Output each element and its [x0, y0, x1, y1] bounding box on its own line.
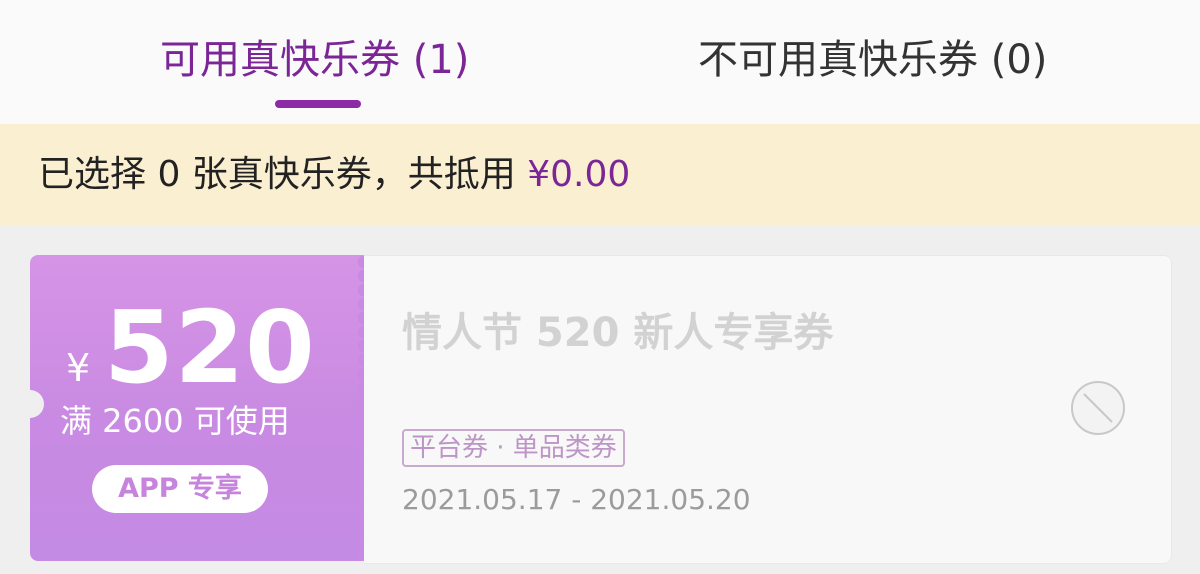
coupon-validity-date: 2021.05.17 - 2021.05.20	[402, 483, 751, 516]
tab-bar: 可用真快乐券 (1) 不可用真快乐券 (0)	[0, 0, 1200, 124]
selection-summary-text: 已选择 0 张真快乐券，共抵用 ¥0.00	[38, 152, 630, 198]
coupon-value-panel: ¥ 520 满 2600 可使用 APP 专享	[16, 255, 371, 561]
coupon-amount: 520	[104, 289, 316, 406]
coupon-details-panel: 情人节 520 新人专享券 平台券 · 单品类券 2021.05.17 - 20…	[364, 255, 1172, 564]
coupon-currency: ¥	[66, 346, 91, 390]
selection-summary-amount: ¥0.00	[527, 154, 631, 195]
app-exclusive-badge: APP 专享	[92, 465, 268, 513]
tab-available-coupons[interactable]: 可用真快乐券 (1)	[160, 34, 469, 86]
disabled-circle-icon[interactable]	[1070, 380, 1126, 436]
tab-unavailable-coupons[interactable]: 不可用真快乐券 (0)	[698, 34, 1047, 86]
coupon-card[interactable]: ¥ 520 满 2600 可使用 APP 专享 情人节 520 新人专享券 平台…	[16, 255, 1172, 564]
active-tab-indicator	[275, 100, 361, 108]
coupon-title: 情人节 520 新人专享券	[402, 310, 834, 356]
coupon-type-tag: 平台券 · 单品类券	[402, 429, 625, 467]
selection-summary-banner: 已选择 0 张真快乐券，共抵用 ¥0.00	[0, 124, 1200, 226]
coupon-condition: 满 2600 可使用	[60, 402, 290, 440]
selection-summary-prefix: 已选择 0 张真快乐券，共抵用	[38, 154, 516, 195]
